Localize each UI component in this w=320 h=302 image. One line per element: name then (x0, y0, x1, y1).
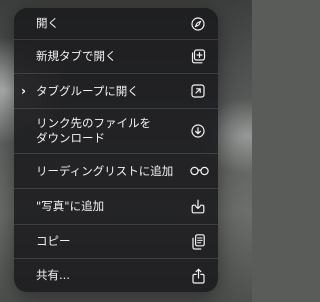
share-icon (190, 268, 206, 284)
menu-item-label: 新規タブで開く (36, 49, 117, 63)
tab-group-icon (190, 83, 206, 99)
new-tab-icon (190, 49, 206, 65)
copy-icon (190, 233, 206, 250)
menu-item-label: 開く (36, 16, 59, 30)
save-to-photos-icon (190, 199, 206, 215)
menu-item-add-to-reading-list[interactable]: リーディングリストに追加 (14, 154, 218, 188)
menu-item-label: リンク先のファイルを ダウンロード (36, 116, 151, 145)
menu-item-download-linked-file[interactable]: リンク先のファイルを ダウンロード (14, 109, 218, 153)
menu-item-open-new-tab[interactable]: 新規タブで開く (14, 40, 218, 73)
download-icon (190, 123, 206, 139)
menu-item-label: リーディングリストに追加 (36, 163, 174, 178)
menu-item-share[interactable]: 共有... (14, 259, 218, 292)
menu-item-open-in-tab-group[interactable]: › タブグループに開く (14, 74, 218, 108)
chevron-right-icon: › (21, 84, 26, 98)
menu-item-label: "写真"に追加 (36, 199, 105, 213)
menu-item-copy[interactable]: コピー (14, 225, 218, 258)
menu-item-add-to-photos[interactable]: "写真"に追加 (14, 189, 218, 224)
compass-icon (190, 16, 206, 32)
context-menu: 開く 新規タブで開く › タブグループに開く リンク先のファイルを ダウンロード… (14, 8, 218, 292)
glasses-icon (189, 163, 209, 179)
menu-item-label: タブグループに開く (36, 83, 139, 98)
menu-item-label: 共有... (36, 268, 70, 282)
menu-item-open[interactable]: 開く (14, 8, 218, 39)
menu-item-label: コピー (36, 234, 71, 248)
